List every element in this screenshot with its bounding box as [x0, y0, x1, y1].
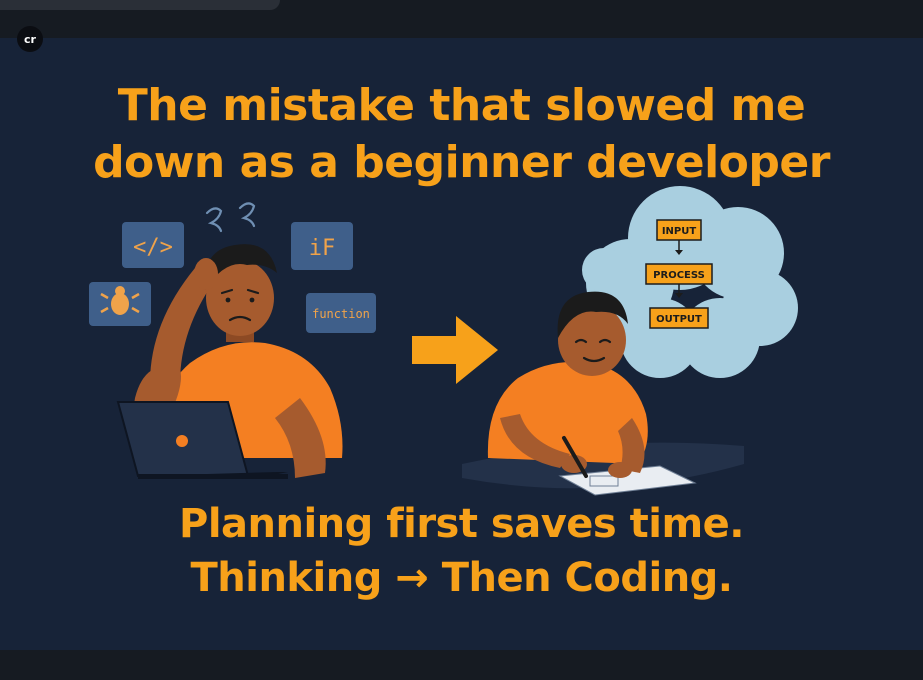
- flow-output-label: OUTPUT: [656, 314, 702, 325]
- function-keyword-text: function: [312, 307, 370, 321]
- if-keyword-tile: iF: [291, 222, 353, 270]
- flow-input-label: INPUT: [662, 226, 697, 237]
- if-keyword-text: iF: [309, 236, 336, 261]
- slide-caption: Planning first saves time. Thinking → Th…: [179, 501, 745, 601]
- confused-squiggle-icon: [205, 202, 256, 233]
- code-tag-text: </>: [133, 235, 173, 260]
- function-keyword-tile: function: [306, 293, 376, 333]
- arrow-right-icon: [412, 316, 498, 384]
- slide-headline: The mistake that slowed me down as a beg…: [93, 80, 830, 189]
- bug-tile: [89, 282, 151, 326]
- window-top-bar: [0, 0, 923, 39]
- app-window: cr </> iF function INPUT PROCESS OUTPUT …: [0, 0, 923, 680]
- window-bottom-bar: [0, 650, 923, 680]
- tab-strip: [0, 0, 280, 10]
- flow-process-label: PROCESS: [653, 270, 705, 281]
- app-logo-badge[interactable]: cr: [17, 26, 43, 52]
- code-tag-tile: </>: [122, 222, 184, 268]
